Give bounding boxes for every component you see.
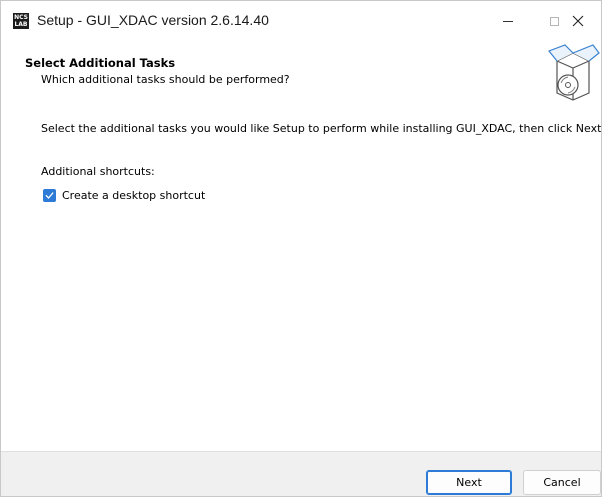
wizard-header: Select Additional Tasks Which additional… [1, 41, 601, 113]
desktop-shortcut-checkbox[interactable] [43, 189, 56, 202]
close-icon [572, 15, 584, 27]
window-title: Setup - GUI_XDAC version 2.6.14.40 [37, 12, 269, 28]
next-button[interactable]: Next [426, 470, 512, 495]
title-bar[interactable]: NCS LAB Setup - GUI_XDAC version 2.6.14.… [1, 1, 601, 41]
page-subtitle: Which additional tasks should be perform… [41, 73, 290, 86]
desktop-shortcut-label: Create a desktop shortcut [62, 189, 206, 202]
close-button[interactable] [555, 1, 601, 41]
desktop-shortcut-option[interactable]: Create a desktop shortcut [43, 189, 205, 202]
instructions-text: Select the additional tasks you would li… [41, 122, 602, 135]
minimize-icon [503, 20, 513, 22]
minimize-button[interactable] [485, 1, 531, 41]
setup-box-icon [548, 44, 600, 101]
wizard-body: Select the additional tasks you would li… [1, 113, 601, 443]
shortcuts-group-label: Additional shortcuts: [41, 165, 155, 178]
ncslab-logo-icon: NCS LAB [13, 13, 29, 29]
wizard-footer: Next Cancel [1, 451, 601, 496]
page-title: Select Additional Tasks [25, 56, 176, 70]
cancel-button[interactable]: Cancel [523, 470, 601, 495]
setup-window: NCS LAB Setup - GUI_XDAC version 2.6.14.… [0, 0, 602, 497]
checkmark-icon [45, 192, 54, 199]
